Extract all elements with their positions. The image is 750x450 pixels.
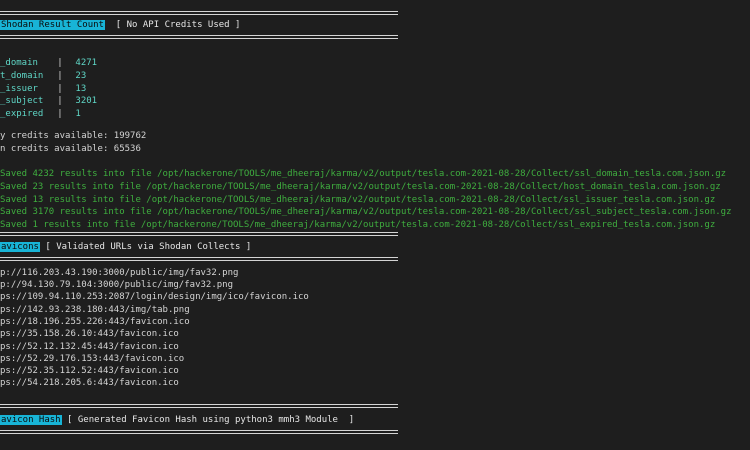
- url-item: ps://35.158.26.10:443/favicon.ico: [0, 329, 179, 339]
- query-credits: y credits available: 199762: [0, 131, 147, 141]
- saved-line: Saved 13 results into file /opt/hackeron…: [0, 195, 716, 205]
- separator-rule: [0, 257, 398, 261]
- section-header-favicons: avicons [ Validated URLs via Shodan Coll…: [0, 241, 251, 254]
- url-item: ps://109.94.110.253:2087/login/design/im…: [0, 292, 309, 302]
- url-item: ps://142.93.238.180:443/img/tab.png: [0, 305, 190, 315]
- saved-line: Saved 1 results into file /opt/hackerone…: [0, 220, 716, 230]
- count-row: _issuer | 13: [0, 84, 87, 94]
- separator-rule: [0, 35, 398, 39]
- url-item: p://116.203.43.190:3000/public/img/fav32…: [0, 268, 239, 278]
- section-note: [ Generated Favicon Hash using python3 m…: [67, 415, 355, 425]
- separator-rule: [0, 232, 398, 236]
- saved-line: Saved 4232 results into file /opt/hacker…: [0, 169, 727, 179]
- url-item: ps://52.35.112.52:443/favicon.ico: [0, 366, 179, 376]
- separator-rule: [0, 11, 398, 15]
- terminal-output: Shodan Result Count [ No API Credits Use…: [0, 0, 750, 450]
- url-item: p://94.130.79.104:3000/public/img/fav32.…: [0, 280, 233, 290]
- section-note: [ No API Credits Used ]: [115, 20, 241, 30]
- count-row: _domain | 4271: [0, 58, 98, 68]
- separator-rule: [0, 404, 398, 408]
- section-title: avicons: [0, 242, 40, 252]
- section-title: Shodan Result Count: [0, 20, 105, 30]
- section-header-result-count: Shodan Result Count [ No API Credits Use…: [0, 19, 240, 32]
- section-header-favicon-hash: avicon Hash [ Generated Favicon Hash usi…: [0, 414, 354, 427]
- url-item: ps://54.218.205.6:443/favicon.ico: [0, 378, 179, 388]
- saved-line: Saved 23 results into file /opt/hackeron…: [0, 182, 721, 192]
- count-row: _expired | 1: [0, 109, 81, 119]
- section-title: avicon Hash: [0, 415, 62, 425]
- scan-credits: n credits available: 65536: [0, 144, 141, 154]
- url-item: ps://52.29.176.153:443/favicon.ico: [0, 354, 185, 364]
- section-note: [ Validated URLs via Shodan Collects ]: [45, 242, 252, 252]
- url-item: ps://18.196.255.226:443/favicon.ico: [0, 317, 190, 327]
- separator-rule: [0, 430, 398, 434]
- url-item: ps://52.12.132.45:443/favicon.ico: [0, 342, 179, 352]
- count-row: _subject | 3201: [0, 96, 98, 106]
- count-row: t_domain | 23: [0, 71, 87, 81]
- saved-line: Saved 3170 results into file /opt/hacker…: [0, 207, 732, 217]
